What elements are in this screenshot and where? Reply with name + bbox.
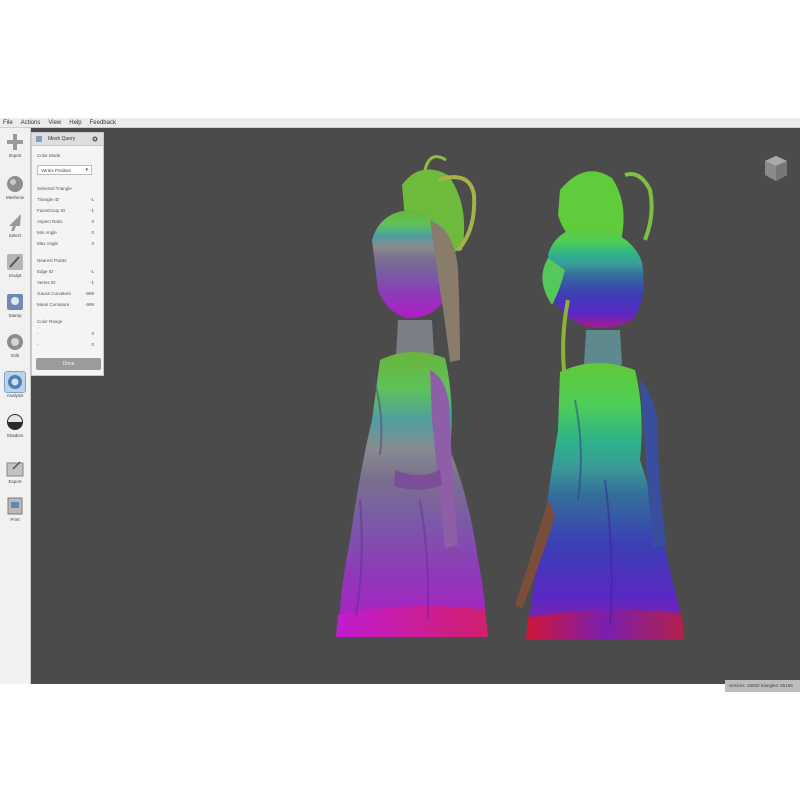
tool-label: Select (8, 233, 22, 238)
tool-label: Print (10, 517, 20, 522)
menu-file[interactable]: File (3, 120, 13, 126)
nearest-point-label: Nearest Points (37, 258, 67, 263)
figure-left[interactable] (336, 155, 488, 637)
mesh-query-panel: Mesh Query Color Mode Vertex Position ▾ … (31, 132, 104, 376)
tool-label: Import (8, 153, 22, 158)
triangle-id-value: -1 (89, 197, 94, 202)
max-angle-label: Max Angle (37, 241, 59, 246)
tool-import[interactable]: Import (2, 132, 28, 166)
tool-label: Meshmix (5, 195, 24, 200)
3d-viewport[interactable]: vertices: 26000 triangles: 55156 (31, 128, 800, 692)
tool-print[interactable]: Print (2, 496, 28, 530)
color-mode-dropdown[interactable]: Vertex Position ▾ (37, 165, 92, 175)
tool-sidebar: Import Meshmix Select Sculpt Stamp Edit … (0, 128, 31, 684)
plus-icon (7, 134, 23, 150)
range-max-label: - (37, 342, 39, 347)
tool-export[interactable]: Export (2, 458, 28, 492)
triangle-id-label: Triangle ID (37, 197, 59, 202)
shaders-icon (7, 414, 23, 430)
figure-right[interactable] (515, 171, 684, 640)
color-mode-label: Color Mode (37, 153, 61, 158)
tool-label: Export (8, 479, 22, 484)
tool-label: Edit (11, 353, 19, 358)
panel-header: Mesh Query (32, 133, 103, 146)
panel-title: Mesh Query (48, 136, 76, 142)
selected-triangle-label: Selected Triangle (37, 186, 72, 191)
mean-curvature-value: -999 (84, 302, 94, 307)
meshmix-sphere-icon (7, 176, 23, 192)
tool-label: Sculpt (8, 273, 22, 278)
analysis-icon (4, 371, 26, 393)
color-mode-value: Vertex Position (41, 168, 72, 173)
tool-edit[interactable]: Edit (2, 332, 28, 366)
tool-analysis[interactable]: Analysis (2, 371, 28, 406)
facegroup-id-label: FaceGroup ID (37, 208, 66, 213)
range-min-value[interactable]: 0 (91, 331, 94, 336)
facegroup-id-value: -1 (89, 208, 94, 213)
app-window: File Actions View Help Feedback vertices… (0, 118, 800, 692)
menu-actions[interactable]: Actions (21, 120, 41, 126)
edit-icon (7, 334, 23, 350)
status-bar: vertices: 26000 triangles: 55156 (725, 680, 800, 692)
gauss-curvature-label: Gauss Curvature (37, 291, 72, 296)
view-cube[interactable] (763, 154, 789, 184)
sculpt-brush-icon (7, 254, 23, 270)
tool-sculpt[interactable]: Sculpt (2, 252, 28, 286)
aspect-ratio-value: 0 (91, 219, 94, 224)
edge-id-value: -1 (89, 269, 94, 274)
aspect-ratio-label: Aspect Ratio (37, 219, 63, 224)
tool-select[interactable]: Select (2, 212, 28, 246)
print-icon (7, 497, 23, 515)
done-button[interactable]: Done (36, 358, 101, 370)
select-arrow-icon (9, 214, 21, 231)
tool-stamp[interactable]: Stamp (2, 292, 28, 326)
vertex-id-value: -1 (89, 280, 94, 285)
min-angle-value: 0 (91, 230, 94, 235)
chevron-down-icon: ▾ (85, 167, 88, 173)
export-icon (6, 461, 24, 477)
max-angle-value: 0 (91, 241, 94, 246)
range-min-label: - (37, 331, 39, 336)
tool-shaders[interactable]: Shaders (2, 412, 28, 446)
menu-view[interactable]: View (48, 120, 61, 126)
vertex-id-label: Vertex ID (37, 280, 56, 285)
menu-help[interactable]: Help (69, 120, 81, 126)
tool-label: Shaders (6, 433, 24, 438)
color-range-label: Color Range (37, 319, 63, 324)
settings-icon[interactable] (92, 136, 98, 142)
range-max-value[interactable]: 0 (91, 342, 94, 347)
edge-id-label: Edge ID (37, 269, 54, 274)
menu-feedback[interactable]: Feedback (90, 120, 116, 126)
panel-icon (36, 136, 42, 142)
mean-curvature-label: Mean Curvature (37, 302, 70, 307)
tool-label: Stamp (8, 313, 22, 318)
menu-bar: File Actions View Help Feedback (0, 118, 800, 128)
gauss-curvature-value: -999 (84, 291, 94, 296)
tool-meshmix[interactable]: Meshmix (2, 174, 28, 208)
model-view[interactable] (31, 128, 800, 684)
tool-label: Analysis (6, 393, 24, 398)
min-angle-label: Min Angle (37, 230, 57, 235)
stamp-icon (7, 294, 23, 310)
